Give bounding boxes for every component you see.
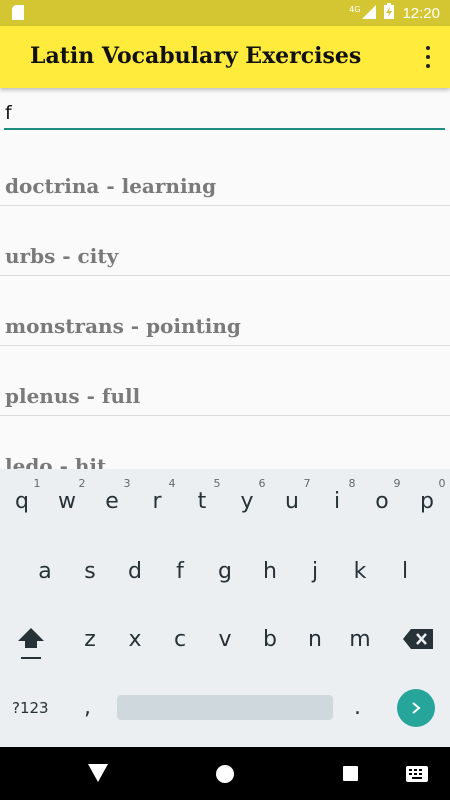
search-input[interactable] bbox=[4, 98, 445, 130]
sd-card-icon bbox=[12, 5, 24, 24]
key-r[interactable]: r bbox=[142, 489, 172, 514]
symbols-key[interactable]: ?123 bbox=[12, 699, 49, 717]
key-x[interactable]: x bbox=[120, 627, 150, 652]
app-bar: Latin Vocabulary Exercises bbox=[0, 26, 450, 88]
key-i[interactable]: i bbox=[322, 489, 352, 514]
key-w[interactable]: w bbox=[52, 489, 82, 514]
word-list: doctrina - learning urbs - city monstran… bbox=[0, 158, 450, 486]
recents-icon[interactable] bbox=[343, 766, 358, 781]
key-g[interactable]: g bbox=[210, 559, 240, 584]
list-item[interactable]: urbs - city bbox=[0, 206, 450, 276]
key-z[interactable]: z bbox=[75, 627, 105, 652]
app-title: Latin Vocabulary Exercises bbox=[30, 43, 362, 69]
status-bar: 4G 12:20 bbox=[0, 0, 450, 26]
key-m[interactable]: m bbox=[345, 627, 375, 652]
key-q[interactable]: q bbox=[7, 489, 37, 514]
key-d[interactable]: d bbox=[120, 559, 150, 584]
key-h[interactable]: h bbox=[255, 559, 285, 584]
key-s[interactable]: s bbox=[75, 559, 105, 584]
key-e[interactable]: e bbox=[97, 489, 127, 514]
shift-icon[interactable] bbox=[16, 626, 46, 662]
key-l[interactable]: l bbox=[390, 559, 420, 584]
battery-charging-icon bbox=[384, 3, 395, 23]
key-n[interactable]: n bbox=[300, 627, 330, 652]
word-label: urbs - city bbox=[5, 244, 119, 268]
keyboard-switch-icon[interactable] bbox=[406, 766, 428, 786]
back-icon[interactable] bbox=[88, 764, 108, 786]
key-b[interactable]: b bbox=[255, 627, 285, 652]
key-y[interactable]: y bbox=[232, 489, 262, 514]
word-label: monstrans - pointing bbox=[5, 314, 241, 338]
screen: 4G 12:20 Latin Vocabulary Exercises f do… bbox=[0, 0, 450, 800]
key-f[interactable]: f bbox=[165, 559, 195, 584]
network-type-label: 4G bbox=[349, 4, 361, 14]
list-item[interactable]: monstrans - pointing bbox=[0, 276, 450, 346]
chevron-right-icon bbox=[412, 702, 421, 714]
status-icons: 4G 12:20 bbox=[349, 0, 440, 26]
clock: 12:20 bbox=[402, 4, 440, 22]
key-a[interactable]: a bbox=[30, 559, 60, 584]
overflow-menu-icon[interactable] bbox=[420, 46, 436, 68]
backspace-icon[interactable] bbox=[403, 629, 433, 649]
key-j[interactable]: j bbox=[300, 559, 330, 584]
navigation-bar bbox=[0, 747, 450, 800]
key-k[interactable]: k bbox=[345, 559, 375, 584]
period-key[interactable]: . bbox=[354, 695, 361, 720]
list-item[interactable]: plenus - full bbox=[0, 346, 450, 416]
key-p[interactable]: p bbox=[412, 489, 442, 514]
soft-keyboard: 1 2 3 4 5 6 7 8 9 0 q w e r t y u i o p … bbox=[0, 469, 450, 747]
word-label: doctrina - learning bbox=[5, 174, 217, 198]
key-t[interactable]: t bbox=[187, 489, 217, 514]
key-v[interactable]: v bbox=[210, 627, 240, 652]
key-u[interactable]: u bbox=[277, 489, 307, 514]
search-area bbox=[0, 88, 450, 138]
list-item[interactable]: doctrina - learning bbox=[0, 158, 450, 206]
word-label: plenus - full bbox=[5, 384, 141, 408]
space-bar[interactable] bbox=[117, 695, 333, 720]
home-icon[interactable] bbox=[216, 765, 234, 783]
comma-key[interactable]: , bbox=[84, 695, 91, 720]
enter-key[interactable] bbox=[397, 689, 435, 727]
key-o[interactable]: o bbox=[367, 489, 397, 514]
signal-icon bbox=[362, 4, 377, 23]
key-c[interactable]: c bbox=[165, 627, 195, 652]
